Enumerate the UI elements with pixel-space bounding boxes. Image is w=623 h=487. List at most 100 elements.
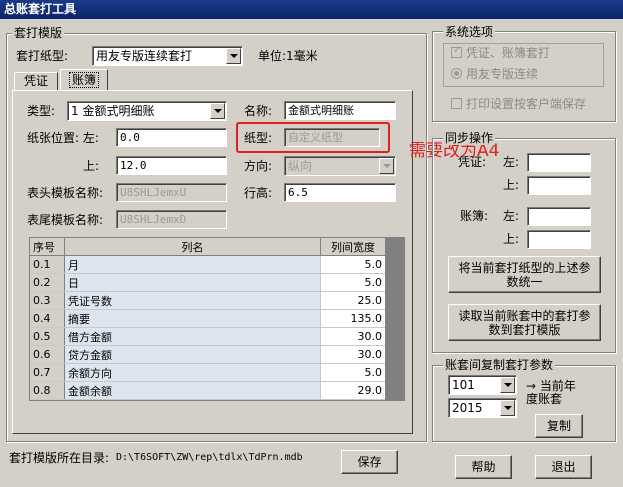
table-row[interactable]: 0.4 摘要 135.0 bbox=[30, 309, 385, 328]
sync-voucher-left-input[interactable] bbox=[527, 153, 591, 172]
table-row[interactable]: 0.8 金额余额 29.0 bbox=[30, 381, 385, 400]
template-select[interactable]: 用友专版连续套打 bbox=[92, 46, 243, 66]
account-select-value: 101 bbox=[452, 378, 475, 392]
table-row[interactable]: 0.6 贷方金额 30.0 bbox=[30, 345, 385, 364]
copy-title: 账套间复制套打参数 bbox=[443, 358, 556, 372]
row-number: 0.5 bbox=[30, 327, 65, 346]
sync-ledger-top-input[interactable] bbox=[527, 230, 591, 249]
row-column-width: 30.0 bbox=[320, 327, 385, 346]
row-column-name: 凭证号数 bbox=[64, 291, 321, 310]
table-row[interactable]: 0.7 余额方向 5.0 bbox=[30, 363, 385, 382]
chevron-down-icon[interactable] bbox=[500, 377, 515, 393]
table-row[interactable]: 0.2 日 5.0 bbox=[30, 273, 385, 292]
row-column-name: 日 bbox=[64, 273, 321, 292]
table-row[interactable]: 0.3 凭证号数 25.0 bbox=[30, 291, 385, 310]
sync-voucher-left-label: 左: bbox=[503, 155, 520, 169]
radio-dot-icon bbox=[454, 71, 459, 76]
chevron-down-icon[interactable] bbox=[226, 48, 241, 64]
direction-label: 方向: bbox=[244, 159, 273, 173]
chevron-down-icon[interactable] bbox=[210, 103, 225, 119]
row-column-width: 5.0 bbox=[320, 255, 385, 274]
sync-ledger-top-label: 上: bbox=[503, 232, 520, 246]
row-number: 0.1 bbox=[30, 255, 65, 274]
name-input[interactable]: 金额式明细账 bbox=[284, 101, 396, 120]
row-column-name: 借方金额 bbox=[64, 327, 321, 346]
row-column-width: 29.0 bbox=[320, 381, 385, 400]
table-header-row: 序号 列名 列间宽度 bbox=[30, 238, 385, 256]
sync-voucher-top-input[interactable] bbox=[527, 176, 591, 195]
row-number: 0.3 bbox=[30, 291, 65, 310]
sync-ledger-left-input[interactable] bbox=[527, 207, 591, 226]
column-header: 列名 bbox=[64, 238, 321, 256]
path-label: 套打模版所在目录: bbox=[9, 451, 110, 465]
column-header: 序号 bbox=[30, 238, 65, 256]
row-height-input[interactable]: 6.5 bbox=[284, 183, 396, 202]
window-title: 总账套打工具 bbox=[0, 0, 623, 19]
copy-button[interactable]: 复制 bbox=[535, 414, 583, 438]
sync-ledger-left-label: 左: bbox=[503, 209, 520, 223]
unit-label: 单位:1毫米 bbox=[258, 49, 318, 63]
tab-ledger[interactable]: 账簿 bbox=[60, 69, 108, 91]
row-number: 0.2 bbox=[30, 273, 65, 292]
columns-grid[interactable]: 序号 列名 列间宽度 0.1 月 5.0 0.2 日 5.0 0.3 凭证号数 25.0 0.4 摘… bbox=[29, 237, 405, 401]
chevron-down-icon[interactable] bbox=[500, 400, 515, 416]
row-number: 0.4 bbox=[30, 309, 65, 328]
row-column-width: 5.0 bbox=[320, 363, 385, 382]
template-label: 套打纸型: bbox=[16, 49, 69, 63]
top-input[interactable]: 12.0 bbox=[116, 156, 227, 175]
tab-voucher[interactable]: 凭证 bbox=[14, 72, 58, 91]
row-number: 0.6 bbox=[30, 345, 65, 364]
header-template-label: 表头模板名称: bbox=[27, 186, 104, 200]
left-input[interactable]: 0.0 bbox=[116, 128, 227, 147]
sys-options-title: 系统选项 bbox=[443, 25, 496, 39]
type-label: 类型: bbox=[27, 104, 56, 118]
row-column-name: 摘要 bbox=[64, 309, 321, 328]
row-column-name: 贷方金额 bbox=[64, 345, 321, 364]
row-column-width: 135.0 bbox=[320, 309, 385, 328]
exit-button[interactable]: 退出 bbox=[535, 455, 592, 479]
table-row[interactable]: 0.1 月 5.0 bbox=[30, 255, 385, 274]
account-select[interactable]: 101 bbox=[448, 375, 517, 395]
footer-template-label: 表尾模板名称: bbox=[27, 213, 104, 227]
type-select-value: 1 金额式明细账 bbox=[71, 104, 155, 118]
row-height-label: 行高: bbox=[244, 186, 273, 200]
voucher-ledger-label: 凭证、账簿套打 bbox=[466, 46, 551, 60]
row-column-name: 余额方向 bbox=[64, 363, 321, 382]
year-select-value: 2015 bbox=[452, 401, 483, 415]
direction-select-value: 纵向 bbox=[288, 159, 313, 173]
path-value: D:\T6SOFT\ZW\rep\tdlx\TdPrn.mdb bbox=[116, 452, 303, 463]
read-params-button[interactable]: 读取当前账套中的套打参数到套打模版 bbox=[448, 304, 601, 341]
annotation-highlight-box bbox=[236, 122, 390, 153]
template-select-value: 用友专版连续套打 bbox=[96, 49, 193, 63]
columns-table: 序号 列名 列间宽度 0.1 月 5.0 0.2 日 5.0 0.3 凭证号数 25.0 0.4 摘… bbox=[30, 238, 385, 400]
sync-voucher-label: 凭证: bbox=[458, 155, 487, 169]
row-number: 0.7 bbox=[30, 363, 65, 382]
header-template-input[interactable]: U8SHLJemxU bbox=[116, 183, 227, 202]
footer-template-input[interactable]: U8SHLJemxD bbox=[116, 210, 227, 229]
row-column-width: 25.0 bbox=[320, 291, 385, 310]
column-header: 列间宽度 bbox=[320, 238, 385, 256]
chevron-down-icon bbox=[379, 158, 394, 174]
year-select[interactable]: 2015 bbox=[448, 398, 517, 418]
yonyou-radio[interactable] bbox=[451, 68, 462, 79]
yonyou-radio-label: 用友专版连续 bbox=[466, 67, 539, 81]
name-label: 名称: bbox=[244, 104, 273, 118]
sync-paper-button[interactable]: 将当前套打纸型的上述参数统一 bbox=[448, 256, 601, 293]
type-select[interactable]: 1 金额式明细账 bbox=[67, 101, 227, 121]
save-button[interactable]: 保存 bbox=[341, 450, 398, 474]
sync-voucher-top-label: 上: bbox=[503, 178, 520, 192]
row-column-name: 月 bbox=[64, 255, 321, 274]
print-by-client-label: 打印设置按客户端保存 bbox=[466, 97, 587, 111]
sync-ledger-label: 账簿: bbox=[460, 209, 489, 223]
check-icon: ✓ bbox=[453, 45, 462, 56]
print-by-client-checkbox[interactable] bbox=[451, 98, 462, 109]
copy-target-label: → 当前年度账套 bbox=[526, 379, 576, 406]
paper-position-label: 纸张位置: 左: bbox=[27, 131, 99, 145]
table-row[interactable]: 0.5 借方金额 30.0 bbox=[30, 327, 385, 346]
top-label: 上: bbox=[83, 159, 100, 173]
row-column-name: 金额余额 bbox=[64, 381, 321, 400]
direction-select[interactable]: 纵向 bbox=[284, 156, 396, 176]
voucher-ledger-checkbox[interactable]: ✓ bbox=[451, 45, 462, 58]
template-group-title: 套打模版 bbox=[12, 26, 65, 40]
help-button[interactable]: 帮助 bbox=[455, 455, 512, 479]
